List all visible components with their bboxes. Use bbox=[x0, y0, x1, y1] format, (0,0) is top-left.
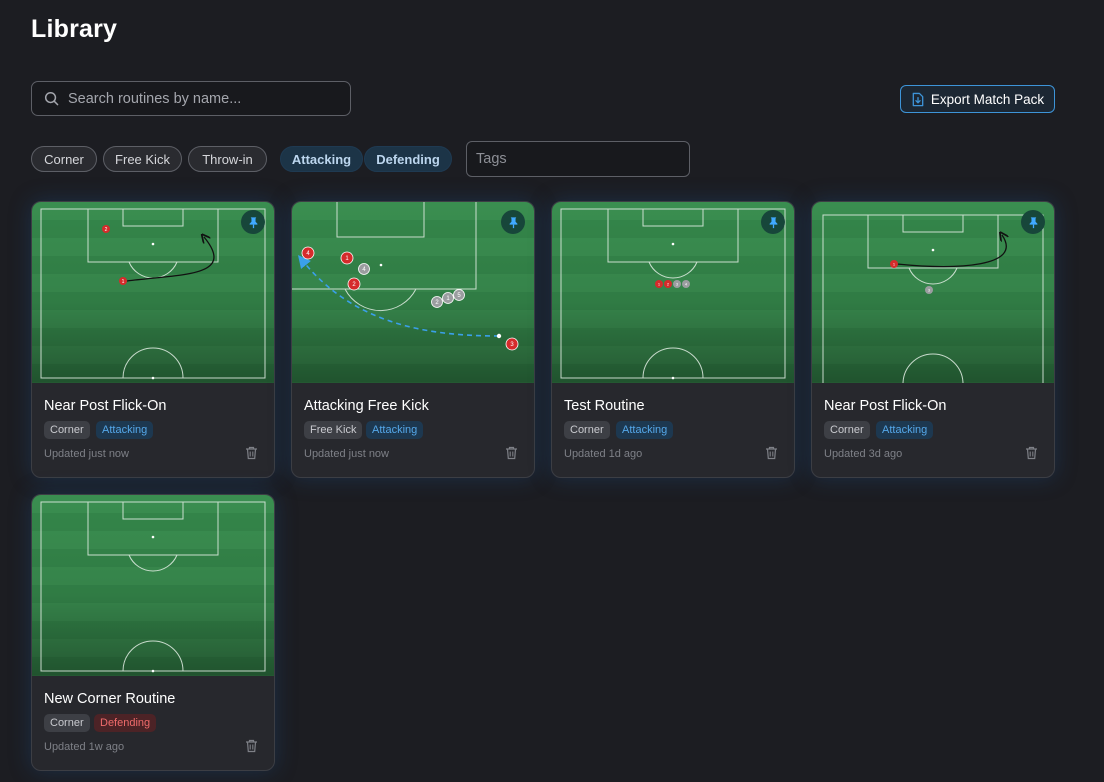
routine-title: Near Post Flick-On bbox=[44, 398, 167, 414]
svg-text:1: 1 bbox=[122, 279, 125, 285]
pitch-thumbnail: 4 1 4 2 2 1 5 3 bbox=[292, 202, 534, 383]
filter-chip-attacking[interactable]: Attacking bbox=[280, 146, 363, 172]
player-marker: 2 bbox=[431, 296, 443, 308]
tag-attacking: Attacking bbox=[366, 421, 424, 439]
player-marker: 4 bbox=[301, 246, 315, 260]
pin-icon bbox=[509, 216, 517, 228]
search-icon bbox=[44, 91, 59, 106]
filter-chip-free-kick[interactable]: Free Kick bbox=[103, 146, 182, 172]
tag-free-kick: Free Kick bbox=[304, 421, 363, 439]
routine-title: Test Routine bbox=[564, 398, 645, 414]
svg-text:2: 2 bbox=[105, 227, 108, 233]
updated-time: Updated just now bbox=[44, 448, 129, 460]
tag-attacking: Attacking bbox=[96, 421, 154, 439]
export-match-pack-button[interactable]: Export Match Pack bbox=[900, 85, 1055, 113]
pin-icon bbox=[249, 216, 257, 228]
file-export-icon bbox=[912, 92, 924, 106]
player-marker: 2 bbox=[664, 280, 672, 288]
routine-card[interactable]: 2 1 Near Post Flick-On Corner Attacking … bbox=[31, 201, 275, 478]
pitch-thumbnail: 1 2 3 4 bbox=[552, 202, 794, 383]
filter-chip-corner[interactable]: Corner bbox=[31, 146, 97, 172]
tag-attacking: Attacking bbox=[876, 421, 934, 439]
trash-icon[interactable] bbox=[245, 446, 258, 460]
player-marker: 2 bbox=[347, 277, 361, 291]
player-marker: 1 bbox=[442, 292, 454, 304]
updated-time: Updated just now bbox=[304, 448, 389, 460]
filter-chip-defending[interactable]: Defending bbox=[364, 146, 452, 172]
pin-button[interactable] bbox=[1021, 210, 1045, 234]
player-marker: 1 bbox=[890, 260, 898, 268]
pin-icon bbox=[769, 216, 777, 228]
search-input[interactable] bbox=[68, 90, 328, 107]
updated-time: Updated 1w ago bbox=[44, 741, 125, 753]
tag-defending: Defending bbox=[94, 714, 157, 732]
player-marker: 2 bbox=[102, 225, 110, 233]
tag-attacking: Attacking bbox=[616, 421, 674, 439]
pin-button[interactable] bbox=[241, 210, 265, 234]
routine-card[interactable]: 1 2 3 4 Test Routine Corner Attacking Up… bbox=[551, 201, 795, 478]
pin-icon bbox=[1029, 216, 1037, 228]
trash-icon[interactable] bbox=[245, 739, 258, 753]
routine-title: Attacking Free Kick bbox=[304, 398, 429, 414]
player-marker: 1 bbox=[119, 277, 127, 285]
routine-card[interactable]: New Corner Routine Corner Defending Upda… bbox=[31, 494, 275, 771]
updated-time: Updated 1d ago bbox=[564, 448, 643, 460]
pin-button[interactable] bbox=[761, 210, 785, 234]
tag-corner: Corner bbox=[564, 421, 610, 439]
player-marker: 3 bbox=[505, 337, 519, 351]
search-box[interactable] bbox=[31, 81, 351, 116]
filter-chip-throw-in[interactable]: Throw-in bbox=[188, 146, 267, 172]
tag-corner: Corner bbox=[824, 421, 870, 439]
player-marker: 4 bbox=[682, 280, 690, 288]
player-marker: 1 bbox=[340, 251, 354, 265]
trash-icon[interactable] bbox=[505, 446, 518, 460]
updated-time: Updated 3d ago bbox=[824, 448, 903, 460]
export-match-pack-label: Export Match Pack bbox=[930, 91, 1045, 107]
page-title: Library bbox=[31, 15, 118, 43]
pitch-thumbnail bbox=[32, 495, 274, 676]
pitch-thumbnail: 2 1 bbox=[32, 202, 274, 383]
player-marker: 5 bbox=[453, 289, 465, 301]
pitch-thumbnail: 1 3 bbox=[812, 202, 1054, 383]
player-marker: 3 bbox=[925, 286, 933, 294]
routine-title: New Corner Routine bbox=[44, 691, 176, 707]
tag-corner: Corner bbox=[44, 714, 90, 732]
pin-button[interactable] bbox=[501, 210, 525, 234]
player-marker: 4 bbox=[358, 263, 370, 275]
routine-card[interactable]: 1 3 Near Post Flick-On Corner Attacking … bbox=[811, 201, 1055, 478]
trash-icon[interactable] bbox=[1025, 446, 1038, 460]
routine-card[interactable]: 4 1 4 2 2 1 5 3 Attacking Free Kick Free… bbox=[291, 201, 535, 478]
tags-input[interactable] bbox=[466, 141, 690, 177]
routine-title: Near Post Flick-On bbox=[824, 398, 947, 414]
trash-icon[interactable] bbox=[765, 446, 778, 460]
player-marker: 1 bbox=[655, 280, 663, 288]
tag-corner: Corner bbox=[44, 421, 90, 439]
player-marker: 3 bbox=[673, 280, 681, 288]
